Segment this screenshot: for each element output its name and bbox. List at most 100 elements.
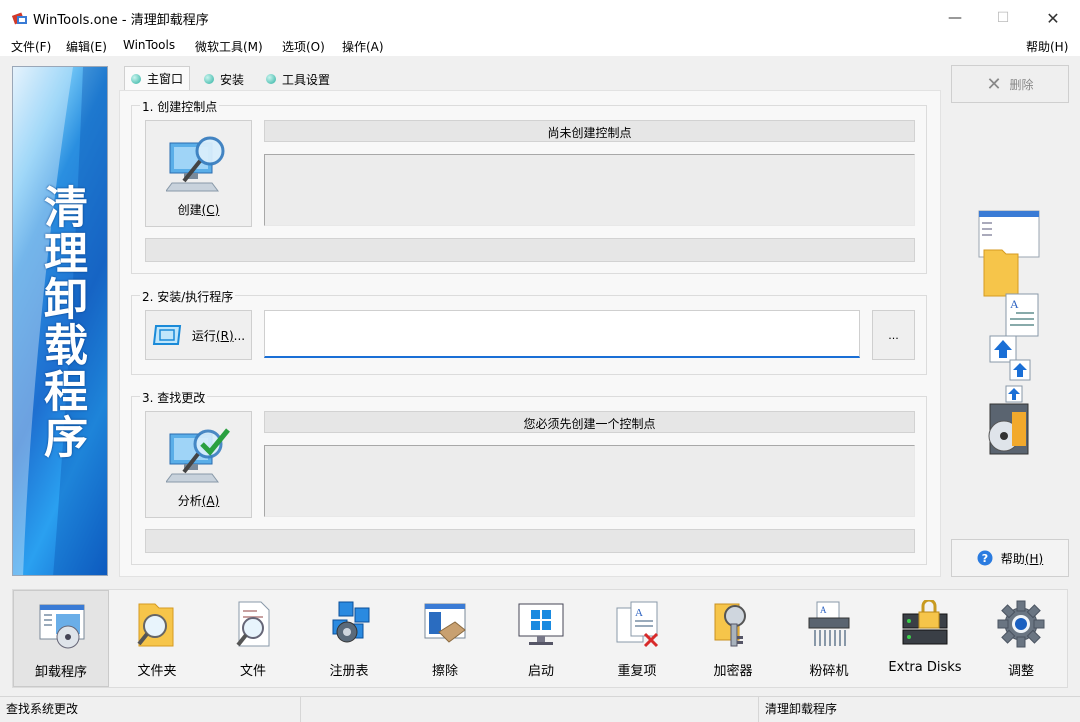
uninstall-icon xyxy=(39,604,85,649)
menu-edit[interactable]: 编辑(E) xyxy=(66,38,107,55)
svg-text:A: A xyxy=(635,607,643,619)
checkpoint-details-area xyxy=(264,154,915,226)
tool-extra-disks[interactable]: Extra Disks xyxy=(877,590,973,687)
tab-label: 主窗口 xyxy=(147,72,184,86)
analysis-results-area xyxy=(264,445,915,517)
status-separator xyxy=(300,697,301,722)
analyze-button[interactable]: 分析(A) xyxy=(145,411,252,518)
menu-wintools[interactable]: WinTools xyxy=(123,38,175,52)
startup-icon xyxy=(518,603,564,645)
menu-ms-tools[interactable]: 微软工具(M) xyxy=(195,38,263,55)
help-icon: ? xyxy=(977,550,993,566)
tool-uninstall[interactable]: 卸载程序 xyxy=(13,590,109,687)
computer-check-icon xyxy=(166,428,230,483)
computer-magnifier-icon xyxy=(166,136,225,192)
close-button[interactable]: ✕ xyxy=(1028,0,1078,36)
group-title: 2. 安装/执行程序 xyxy=(140,288,236,305)
help-button[interactable]: ? 帮助(H) xyxy=(951,539,1069,577)
status-bar: 查找系统更改 清理卸载程序 xyxy=(0,696,1080,722)
tool-toolbar: 卸载程序 文件夹 文件 注册表 擦除 启动 A 重复项 加密器 A 粉碎机 Ex… xyxy=(12,589,1068,688)
menu-bar: 文件(F) 编辑(E) WinTools 微软工具(M) 选项(O) 操作(A)… xyxy=(0,36,1080,56)
tool-label: 启动 xyxy=(527,664,554,679)
extra-disks-icon xyxy=(902,600,948,645)
menu-file[interactable]: 文件(F) xyxy=(11,38,51,55)
program-path-input[interactable] xyxy=(264,310,860,358)
side-banner: 清理卸载程序 xyxy=(12,66,108,576)
menu-actions[interactable]: 操作(A) xyxy=(342,38,384,55)
run-window-icon xyxy=(152,325,182,345)
analysis-status-text: 您必须先创建一个控制点 xyxy=(523,417,656,431)
tool-label: 擦除 xyxy=(431,664,458,679)
create-label: 创建 xyxy=(177,203,202,217)
run-program-button[interactable]: 运行(R)... xyxy=(145,310,252,360)
create-checkpoint-button[interactable]: 创建(C) xyxy=(145,120,252,227)
tab-dot-icon xyxy=(266,74,276,84)
duplicate-icon: A xyxy=(616,601,659,648)
shredder-icon: A xyxy=(808,601,850,646)
minimize-button[interactable]: — xyxy=(930,0,980,36)
analyze-label: 分析 xyxy=(177,494,202,508)
run-ellipsis: ... xyxy=(233,328,246,343)
file-search-icon xyxy=(236,601,270,647)
tool-folder[interactable]: 文件夹 xyxy=(109,590,205,687)
title-bar: WinTools.one - 清理卸载程序 — ☐ ✕ xyxy=(0,0,1080,36)
tool-label: 重复项 xyxy=(617,664,657,679)
tool-file[interactable]: 文件 xyxy=(205,590,301,687)
delete-button[interactable]: ✕ 删除 xyxy=(951,65,1069,103)
analysis-progress-bar xyxy=(145,529,915,553)
svg-text:A: A xyxy=(820,605,827,615)
menu-options[interactable]: 选项(O) xyxy=(282,38,325,55)
tool-duplicates[interactable]: A 重复项 xyxy=(589,590,685,687)
checkpoint-progress-bar xyxy=(145,238,915,262)
window-title: WinTools.one - 清理卸载程序 xyxy=(33,13,209,28)
tool-label: 文件夹 xyxy=(137,664,177,679)
group-install-run: 2. 安装/执行程序 运行(R)... ... xyxy=(131,288,927,375)
tab-main-window[interactable]: 主窗口 xyxy=(124,66,191,90)
status-right: 清理卸载程序 xyxy=(765,702,838,716)
tool-label: 卸载程序 xyxy=(34,665,87,680)
maximize-button[interactable]: ☐ xyxy=(978,0,1028,36)
checkpoint-status-text: 尚未创建控制点 xyxy=(547,126,632,140)
analysis-status-bar: 您必须先创建一个控制点 xyxy=(264,411,915,433)
main-panel: 1. 创建控制点 创建(C) 尚未创建控制点 2. 安装/执行程序 运行(R).… xyxy=(119,90,941,577)
tab-install[interactable]: 安装 xyxy=(198,68,250,90)
tool-encryptor[interactable]: 加密器 xyxy=(685,590,781,687)
tool-shredder[interactable]: A 粉碎机 xyxy=(781,590,877,687)
svg-text:?: ? xyxy=(982,552,988,565)
tab-label: 安装 xyxy=(220,72,245,87)
x-icon: ✕ xyxy=(986,73,1002,95)
status-left: 查找系统更改 xyxy=(6,702,79,716)
folder-search-icon xyxy=(137,603,174,647)
tool-label: 粉碎机 xyxy=(809,664,849,679)
registry-icon xyxy=(332,601,370,643)
status-separator xyxy=(758,697,759,722)
run-hotkey: (R) xyxy=(215,328,234,343)
create-hotkey: (C) xyxy=(201,203,220,217)
tool-startup[interactable]: 启动 xyxy=(493,590,589,687)
group-create-checkpoint: 1. 创建控制点 创建(C) 尚未创建控制点 xyxy=(131,98,927,274)
app-icon xyxy=(12,12,27,25)
analyze-hotkey: (A) xyxy=(201,494,220,508)
svg-text:A: A xyxy=(1010,297,1019,311)
tool-tweaks[interactable]: 调整 xyxy=(973,590,1069,687)
tab-dot-icon xyxy=(131,73,141,84)
group-title: 1. 创建控制点 xyxy=(140,98,220,115)
uninstall-illustration-icon: A xyxy=(978,210,1040,455)
tool-eraser[interactable]: 擦除 xyxy=(397,590,493,687)
help-label: 帮助 xyxy=(1000,551,1025,566)
banner-title: 清理卸载程序 xyxy=(36,184,87,460)
help-hotkey: (H) xyxy=(1024,551,1044,566)
group-title: 3. 查找更改 xyxy=(140,389,208,406)
tool-label: 文件 xyxy=(239,664,266,679)
gear-icon xyxy=(997,600,1045,648)
tab-label: 工具设置 xyxy=(282,72,331,87)
run-label: 运行 xyxy=(191,328,216,343)
checkpoint-status-bar: 尚未创建控制点 xyxy=(264,120,915,142)
tab-tool-settings[interactable]: 工具设置 xyxy=(260,68,336,90)
tool-label: 加密器 xyxy=(713,664,753,679)
tool-label: 注册表 xyxy=(329,664,369,679)
browse-button[interactable]: ... xyxy=(872,310,915,360)
tool-registry[interactable]: 注册表 xyxy=(301,590,397,687)
menu-help[interactable]: 帮助(H) xyxy=(1026,38,1068,55)
group-find-changes: 3. 查找更改 分析(A) 您必须先创建一个控制点 xyxy=(131,389,927,565)
